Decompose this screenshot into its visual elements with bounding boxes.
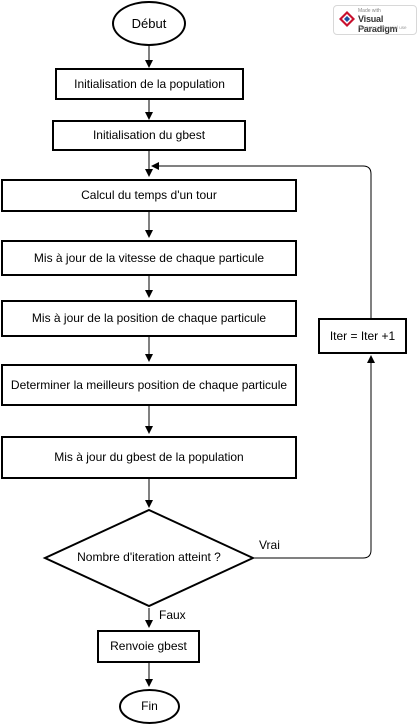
init-population-label: Initialisation de la population	[74, 76, 225, 91]
update-velocity-label: Mis à jour de la vitesse de chaque parti…	[33, 250, 265, 265]
end-node: Fin	[119, 689, 180, 724]
no-branch-label: Faux	[159, 608, 186, 622]
init-gbest-label: Initialisation du gbest	[92, 128, 206, 143]
iter-increment-label: Iter = Iter +1	[329, 328, 396, 343]
flowchart-connectors	[42, 46, 375, 687]
end-label: Fin	[141, 699, 158, 714]
update-position-label: Mis à jour de la position de chaque part…	[31, 311, 267, 326]
update-gbest-label: Mis à jour du gbest de la population	[54, 450, 244, 465]
yes-branch-label: Vrai	[259, 538, 280, 552]
update-gbest-box: Mis à jour du gbest de la population	[1, 436, 297, 479]
determine-best-label: Determiner la meilleurs position de chaq…	[10, 377, 288, 392]
update-position-box: Mis à jour de la position de chaque part…	[1, 300, 297, 337]
calc-tour-time-box: Calcul du temps d'un tour	[1, 179, 297, 212]
badge-brand: Visual Paradigm	[358, 14, 398, 34]
return-gbest-box: Renvoie gbest	[97, 630, 200, 663]
start-label: Début	[131, 15, 167, 31]
decision-label: Nombre d'iteration atteint ?	[77, 550, 221, 564]
flowchart: Début Initialisation de la population In…	[0, 0, 420, 725]
return-gbest-label: Renvoie gbest	[110, 639, 187, 654]
visual-paradigm-badge: Made with Visual Paradigm For non-commer…	[333, 5, 417, 35]
start-node: Début	[112, 1, 186, 46]
init-population-box: Initialisation de la population	[55, 68, 244, 100]
determine-best-box: Determiner la meilleurs position de chaq…	[1, 364, 297, 406]
calc-tour-time-label: Calcul du temps d'un tour	[81, 188, 217, 203]
update-velocity-box: Mis à jour de la vitesse de chaque parti…	[1, 240, 297, 276]
visual-paradigm-logo-icon	[339, 11, 355, 27]
iter-increment-box: Iter = Iter +1	[318, 318, 407, 354]
badge-note: For non-commercial use	[358, 25, 407, 30]
init-gbest-box: Initialisation du gbest	[52, 120, 246, 151]
